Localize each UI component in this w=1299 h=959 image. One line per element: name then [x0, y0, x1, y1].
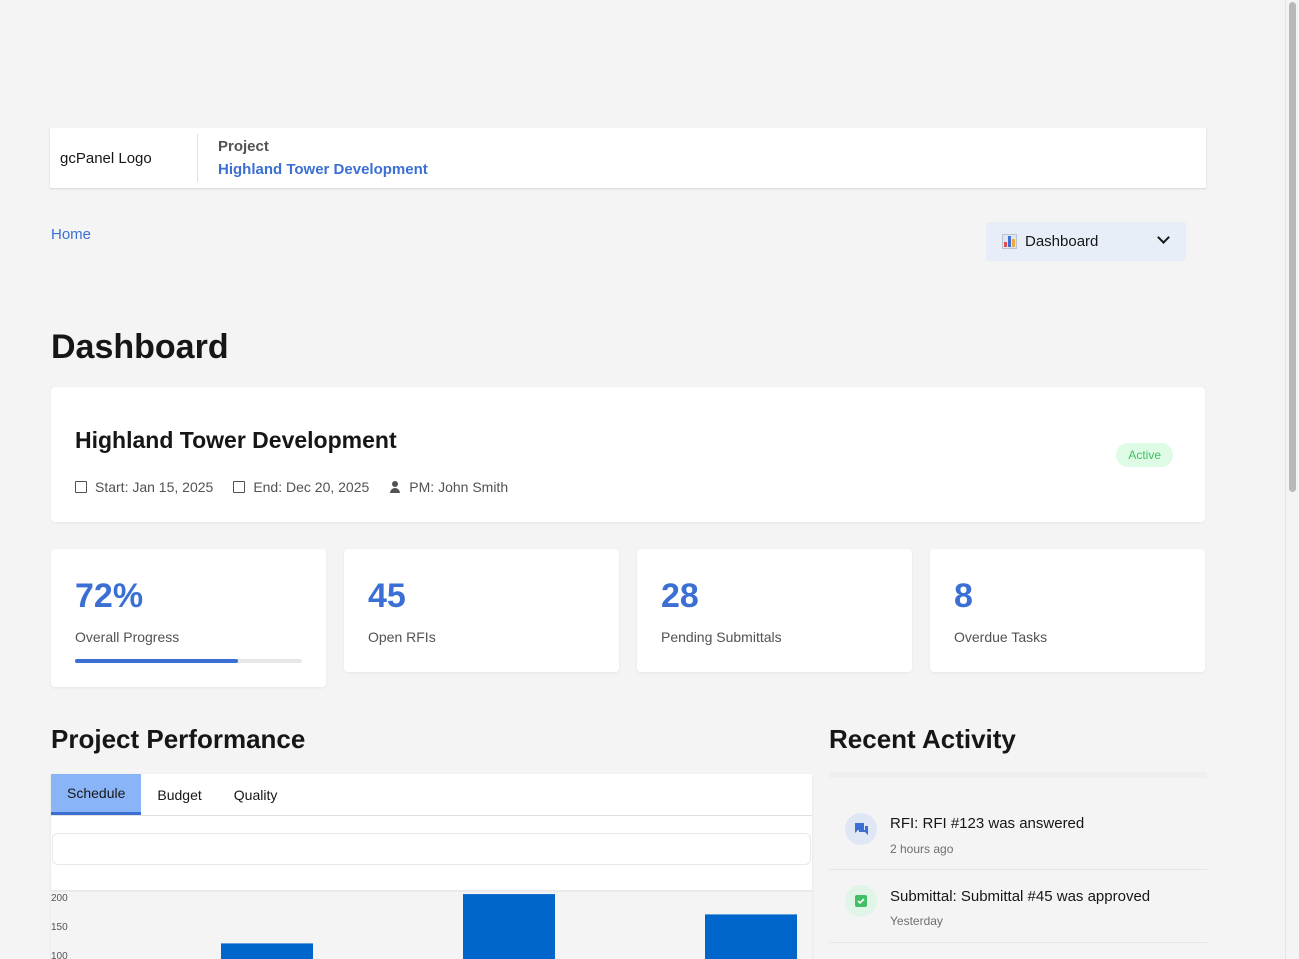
activity-icon-circle: [845, 885, 877, 917]
calendar-check-icon: [233, 481, 246, 493]
tab-quality[interactable]: Quality: [218, 774, 294, 815]
chart-bar: [463, 894, 555, 959]
project-meta: Project Highland Tower Development: [198, 138, 428, 178]
top-bar: gcPanel Logo Project Highland Tower Deve…: [50, 128, 1206, 188]
logo-alt-text: gcPanel Logo: [60, 149, 152, 167]
page-title: Dashboard: [51, 328, 229, 366]
logo[interactable]: gcPanel Logo: [50, 134, 198, 182]
page-select[interactable]: Dashboard: [986, 222, 1186, 261]
activity-text: RFI: RFI #123 was answered: [890, 815, 1085, 832]
stat-label: Open RFIs: [368, 629, 436, 645]
page-select-value: Dashboard: [1025, 233, 1099, 250]
progress-bar: [75, 659, 302, 663]
y-tick-label: 100: [51, 951, 68, 959]
end-date: End: Dec 20, 2025: [233, 479, 369, 495]
progress-bar-fill: [75, 659, 239, 663]
calendar-icon: [75, 481, 87, 493]
project-summary-card: Highland Tower Development Start: Jan 15…: [51, 387, 1205, 522]
project-card-meta: Start: Jan 15, 2025 End: Dec 20, 2025 PM…: [75, 479, 528, 495]
stat-label: Overdue Tasks: [954, 629, 1048, 645]
tab-budget[interactable]: Budget: [141, 774, 217, 815]
person-icon: [389, 481, 401, 493]
scrollbar-thumb[interactable]: [1289, 2, 1296, 492]
stat-card-submittals[interactable]: 28 Pending Submittals: [637, 549, 912, 672]
performance-panel: Schedule Budget Quality 200 150 100: [51, 774, 812, 959]
schedule-chart: 200 150 100: [51, 890, 812, 959]
chart-toolbar: [52, 833, 811, 865]
activity-item[interactable]: RFI: RFI #123 was answered 2 hours ago: [829, 798, 1207, 870]
project-name-link[interactable]: Highland Tower Development: [218, 161, 428, 178]
performance-title: Project Performance: [51, 724, 306, 754]
end-date-text: End: Dec 20, 2025: [253, 479, 370, 495]
activity-icon-circle: [845, 813, 877, 845]
project-card-name: Highland Tower Development: [75, 427, 397, 453]
tab-schedule[interactable]: Schedule: [51, 774, 142, 815]
y-tick-label: 150: [51, 922, 68, 933]
stat-value: 28: [661, 577, 699, 615]
status-badge: Active: [1116, 443, 1173, 467]
start-date: Start: Jan 15, 2025: [75, 479, 213, 495]
stat-card-rfis[interactable]: 45 Open RFIs: [344, 549, 619, 672]
activity-list: RFI: RFI #123 was answered 2 hours ago S…: [829, 772, 1207, 959]
breadcrumb-home[interactable]: Home: [51, 226, 91, 243]
start-date-text: Start: Jan 15, 2025: [95, 479, 214, 495]
activity-time: 2 hours ago: [890, 842, 954, 856]
chart-bar: [221, 943, 313, 959]
stat-label: Overall Progress: [75, 629, 180, 645]
bar-chart-icon: [1002, 234, 1017, 249]
check-shield-icon: [855, 895, 867, 907]
stat-value: 72%: [75, 577, 144, 615]
activity-time: Yesterday: [890, 914, 943, 928]
performance-tabs: Schedule Budget Quality: [51, 774, 812, 816]
page-scrollbar[interactable]: [1285, 0, 1299, 959]
stat-card-progress: 72% Overall Progress: [51, 549, 326, 687]
pm-text: PM: John Smith: [409, 479, 509, 495]
stat-value: 45: [368, 577, 406, 615]
chat-icon: [855, 823, 868, 835]
project-manager: PM: John Smith: [389, 479, 508, 495]
activity-item[interactable]: Submittal: Submittal #45 was approved Ye…: [829, 871, 1207, 943]
chevron-down-icon: [1157, 231, 1170, 244]
project-label: Project: [218, 138, 269, 155]
stat-card-overdue[interactable]: 8 Overdue Tasks: [930, 549, 1205, 672]
schedule-chart-svg: 200 150 100: [51, 890, 812, 959]
chart-bar: [705, 914, 797, 959]
activity-title: Recent Activity: [829, 724, 1016, 754]
stat-label: Pending Submittals: [661, 629, 782, 645]
activity-divider: [829, 772, 1207, 778]
stat-value: 8: [954, 577, 973, 615]
y-tick-label: 200: [51, 893, 68, 904]
activity-text: Submittal: Submittal #45 was approved: [890, 888, 1151, 905]
